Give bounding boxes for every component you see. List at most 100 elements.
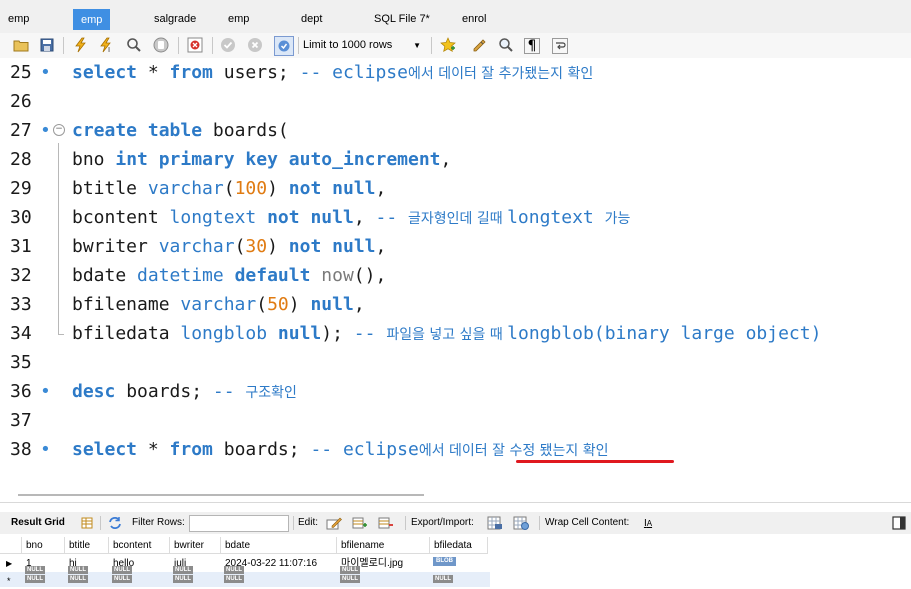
null-badge: NULL <box>173 566 193 574</box>
autocommit-icon[interactable] <box>274 36 294 56</box>
code-line-35[interactable]: 35 <box>0 348 911 377</box>
grid-view-icon[interactable] <box>79 515 95 531</box>
panel-splitter[interactable] <box>0 502 911 503</box>
fold-toggle-icon[interactable]: − <box>53 124 65 136</box>
tab-salgrade[interactable]: salgrade <box>154 8 196 30</box>
wrap-cell-content-label: Wrap Cell Content: <box>545 517 630 528</box>
line-number: 35 <box>10 352 32 373</box>
beautify-icon[interactable] <box>439 36 457 54</box>
new-row-null-bdate[interactable]: NULL <box>224 575 244 583</box>
code-line-28[interactable]: 28 bno int primary key auto_increment, <box>0 145 911 174</box>
refresh-icon[interactable] <box>107 515 123 531</box>
red-annotation-underline <box>516 460 674 463</box>
column-header-bfilename[interactable]: bfilename <box>337 537 430 554</box>
null-badge: NULL <box>68 566 88 574</box>
column-header-bfiledata[interactable]: bfiledata <box>430 537 488 554</box>
export-import-label: Export/Import: <box>411 517 474 528</box>
blob-badge[interactable]: BLOB <box>433 557 456 566</box>
find-icon[interactable] <box>497 36 515 54</box>
code-line-38[interactable]: 38 • select * from boards; -- eclipse에서 데이… <box>0 435 911 464</box>
tab-enrol[interactable]: enrol <box>462 8 486 30</box>
save-icon[interactable] <box>38 36 56 54</box>
statement-marker-icon: • <box>40 62 51 83</box>
new-row-null-bno[interactable]: NULL <box>25 575 45 583</box>
export-icon[interactable] <box>487 515 503 531</box>
horizontal-scrollbar[interactable] <box>18 494 424 496</box>
code-line-31[interactable]: 31 bwriter varchar(30) not null, <box>0 232 911 261</box>
new-row-null-btitle[interactable]: NULL <box>68 575 88 583</box>
new-row-null-bcontent[interactable]: NULL <box>112 575 132 583</box>
line-number: 36 <box>10 381 32 402</box>
code-line-34[interactable]: 34 bfiledata longblob null); -- 파일을 넣고 싶을… <box>0 319 911 348</box>
filter-rows-input[interactable] <box>189 515 289 532</box>
line-number: 31 <box>10 236 32 257</box>
code-line-29[interactable]: 29 btitle varchar(100) not null, <box>0 174 911 203</box>
edit-label: Edit: <box>298 517 319 528</box>
code-text: bdate datetime default now(), <box>72 265 387 286</box>
sql-editor-toolbar: I Limit to 1000 rows ▼ ¶ <box>0 33 911 59</box>
code-text: btitle varchar(100) not null, <box>72 178 387 199</box>
import-icon[interactable] <box>513 515 529 531</box>
column-header-btitle[interactable]: btitle <box>65 537 109 554</box>
filter-rows-label: Filter Rows: <box>132 517 185 528</box>
code-text: create table boards( <box>72 120 289 141</box>
explain-icon[interactable] <box>125 36 143 54</box>
code-line-32[interactable]: 32 bdate datetime default now(), <box>0 261 911 290</box>
snippet-icon[interactable] <box>471 36 489 54</box>
stop-icon[interactable] <box>152 36 170 54</box>
execute-icon[interactable] <box>72 36 90 54</box>
code-text: bcontent longtext not null, -- 글자형인데 길때 … <box>72 207 631 228</box>
line-number: 37 <box>10 410 32 431</box>
invisible-chars-icon[interactable]: ¶ <box>524 38 540 54</box>
commit-icon[interactable] <box>219 36 237 54</box>
toggle-panel-icon[interactable] <box>891 515 907 531</box>
column-header-bcontent[interactable]: bcontent <box>109 537 170 554</box>
code-line-36[interactable]: 36 • desc boards; -- 구조확인 <box>0 377 911 406</box>
column-header-bno[interactable]: bno <box>22 537 65 554</box>
tab-emp-active[interactable]: emp <box>73 9 111 30</box>
limit-rows-select[interactable]: Limit to 1000 rows ▼ <box>303 37 425 54</box>
line-number: 29 <box>10 178 32 199</box>
rollback-icon[interactable] <box>246 36 264 54</box>
delete-row-icon[interactable] <box>378 515 394 531</box>
code-text: bwriter varchar(30) not null, <box>72 236 387 257</box>
tab-sql-file-7[interactable]: SQL File 7* <box>374 8 430 30</box>
statement-marker-icon: • <box>40 381 51 402</box>
limit-rows-value: Limit to 1000 rows <box>303 39 393 51</box>
code-line-25[interactable]: 25 • select * from users; -- eclipse에서 데이터… <box>0 58 911 87</box>
code-text: bno int primary key auto_increment, <box>72 149 452 170</box>
code-line-37[interactable]: 37 <box>0 406 911 435</box>
line-number: 25 <box>10 62 32 83</box>
execute-current-icon[interactable]: I <box>98 36 116 54</box>
open-folder-icon[interactable] <box>12 36 30 54</box>
edit-row-icon[interactable] <box>326 515 342 531</box>
new-row-null-bfiledata[interactable]: NULL <box>433 575 453 583</box>
result-grid-label[interactable]: Result Grid <box>11 517 65 528</box>
code-text: desc boards; -- 구조확인 <box>72 381 297 402</box>
code-text: bfilename varchar(50) null, <box>72 294 365 315</box>
chevron-down-icon: ▼ <box>413 41 421 50</box>
tab-emp-2[interactable]: emp <box>228 8 249 30</box>
code-line-30[interactable]: 30 bcontent longtext not null, -- 글자형인데 길… <box>0 203 911 232</box>
new-row-null-bfilename[interactable]: NULL <box>340 575 360 583</box>
line-number: 30 <box>10 207 32 228</box>
line-number: 28 <box>10 149 32 170</box>
add-row-icon[interactable] <box>352 515 368 531</box>
code-line-26[interactable]: 26 <box>0 87 911 116</box>
statement-marker-icon: • <box>40 439 51 460</box>
result-grid[interactable]: bno btitle bcontent bwriter bdate bfilename bf… <box>0 537 490 587</box>
sql-editor[interactable]: 25 • select * from users; -- eclipse에서 데이터… <box>0 58 911 490</box>
column-header-bdate[interactable]: bdate <box>221 537 337 554</box>
new-row-null-bwriter[interactable]: NULL <box>173 575 193 583</box>
line-number: 34 <box>10 323 32 344</box>
wrap-text-icon[interactable]: IA <box>640 515 656 531</box>
wrap-icon[interactable] <box>552 38 568 54</box>
tab-emp-1[interactable]: emp <box>8 8 29 30</box>
toggle-error-icon[interactable] <box>186 36 204 54</box>
null-badge: NULL <box>340 566 360 574</box>
tab-dept[interactable]: dept <box>301 8 322 30</box>
code-line-27[interactable]: 27 • − create table boards( <box>0 116 911 145</box>
code-line-33[interactable]: 33 bfilename varchar(50) null, <box>0 290 911 319</box>
result-toolbar: Result Grid Filter Rows: Edit: Export/Im… <box>0 512 911 534</box>
column-header-bwriter[interactable]: bwriter <box>170 537 221 554</box>
